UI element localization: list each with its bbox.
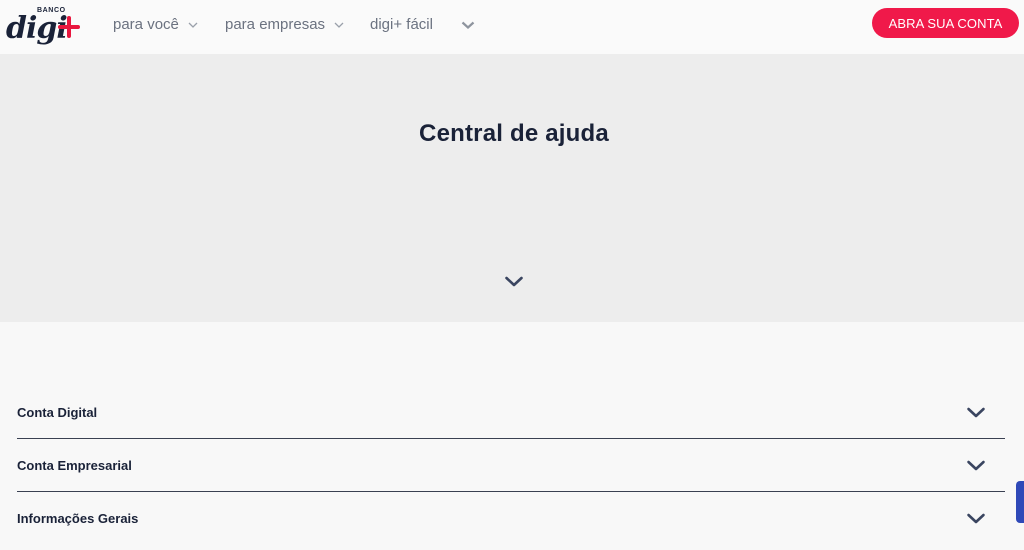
nav-digi-facil[interactable]: digi+ fácil [370,16,475,33]
chevron-down-icon[interactable] [966,459,986,473]
faq-item-label: Conta Digital [17,405,98,420]
faq-item-label: Conta Empresarial [17,458,132,473]
page-title: Central de ajuda [419,120,609,147]
faq-item-informacoes-gerais[interactable]: Informações Gerais [17,492,1005,545]
nav-para-empresas-label: para empresas [225,16,326,33]
site-header: BANCO digi para você para empresas digi+… [0,0,1024,54]
chevron-down-icon[interactable] [966,406,986,420]
faq-item-conta-empresarial[interactable]: Conta Empresarial [17,439,1005,492]
chevron-down-icon [334,20,344,30]
faq-item-label: Informações Gerais [17,511,139,526]
chevron-down-icon[interactable] [966,512,986,526]
nav-para-empresas[interactable]: para empresas [225,16,344,33]
nav-para-voce-label: para você [113,16,179,33]
chevron-down-icon [461,20,475,30]
nav-digi-facil-label: digi+ fácil [370,16,433,33]
hero-banner: Central de ajuda [0,54,1024,322]
side-feedback-tab[interactable] [1016,481,1024,523]
chevron-down-icon[interactable] [504,275,524,289]
chevron-down-icon [188,20,198,30]
nav-para-voce[interactable]: para você [113,16,198,33]
faq-item-conta-digital[interactable]: Conta Digital [17,386,1005,439]
logo-plus-icon [58,16,80,38]
open-account-button[interactable]: ABRA SUA CONTA [872,8,1019,38]
faq-accordion: Conta Digital Conta Empresarial Informaç… [17,386,1005,545]
banco-digi-logo[interactable]: BANCO digi [6,6,80,50]
